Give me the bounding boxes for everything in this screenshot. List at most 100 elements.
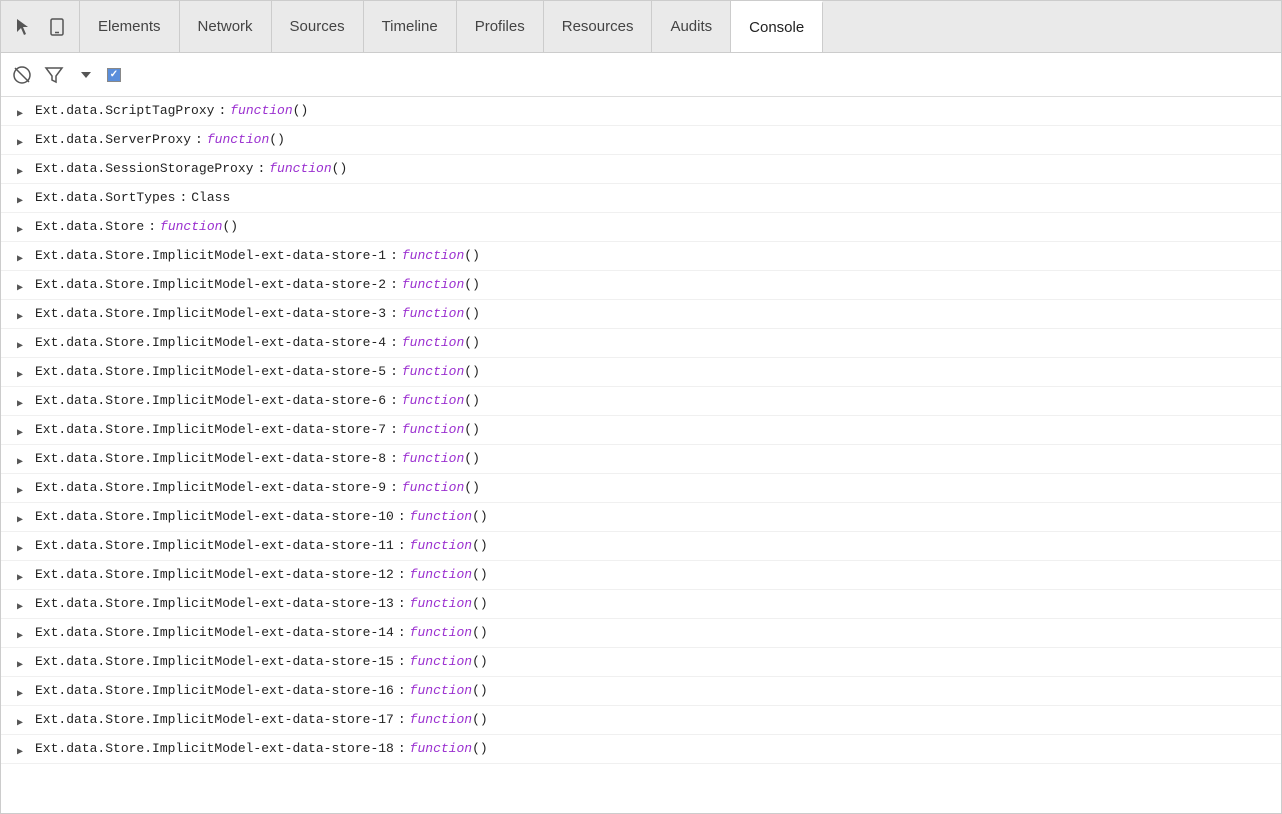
expand-arrow[interactable] [17,481,31,495]
prop-value: () [464,448,480,470]
expand-arrow[interactable] [17,191,31,205]
device-icon[interactable] [43,13,71,41]
prop-value: () [472,709,488,731]
console-line[interactable]: Ext.data.Store.ImplicitModel-ext-data-st… [1,619,1281,648]
console-line[interactable]: Ext.data.SessionStorageProxy: function (… [1,155,1281,184]
console-line[interactable]: Ext.data.Store.ImplicitModel-ext-data-st… [1,358,1281,387]
prop-name: Ext.data.Store.ImplicitModel-ext-data-st… [35,332,386,354]
prop-value: () [222,216,238,238]
prop-colon: : [398,651,406,673]
tab-timeline[interactable]: Timeline [364,1,457,52]
prop-name: Ext.data.Store.ImplicitModel-ext-data-st… [35,303,386,325]
prop-name: Ext.data.SortTypes [35,187,175,209]
clear-console-icon[interactable] [11,64,33,86]
expand-arrow[interactable] [17,742,31,756]
console-line[interactable]: Ext.data.Store.ImplicitModel-ext-data-st… [1,416,1281,445]
console-line[interactable]: Ext.data.Store.ImplicitModel-ext-data-st… [1,329,1281,358]
frame-dropdown-arrow [81,72,91,78]
expand-arrow[interactable] [17,568,31,582]
tab-console[interactable]: Console [731,1,823,52]
expand-arrow[interactable] [17,365,31,379]
tab-profiles[interactable]: Profiles [457,1,544,52]
console-line[interactable]: Ext.data.ServerProxy: function () [1,126,1281,155]
prop-function-keyword: function [410,680,472,702]
prop-name: Ext.data.Store.ImplicitModel-ext-data-st… [35,709,394,731]
expand-arrow[interactable] [17,278,31,292]
expand-arrow[interactable] [17,684,31,698]
expand-arrow[interactable] [17,104,31,118]
console-line[interactable]: Ext.data.Store.ImplicitModel-ext-data-st… [1,271,1281,300]
expand-arrow[interactable] [17,133,31,147]
frame-selector[interactable] [75,72,91,78]
prop-value: () [472,564,488,586]
expand-arrow[interactable] [17,162,31,176]
prop-colon: : [398,709,406,731]
prop-function-keyword: function [410,651,472,673]
expand-arrow[interactable] [17,394,31,408]
console-line[interactable]: Ext.data.Store.ImplicitModel-ext-data-st… [1,648,1281,677]
prop-name: Ext.data.Store [35,216,144,238]
prop-function-keyword: function [410,506,472,528]
prop-function-keyword: function [402,332,464,354]
tab-resources[interactable]: Resources [544,1,653,52]
console-line[interactable]: Ext.data.ScriptTagProxy: function () [1,97,1281,126]
prop-name: Ext.data.Store.ImplicitModel-ext-data-st… [35,448,386,470]
expand-arrow[interactable] [17,307,31,321]
prop-function-keyword: function [402,361,464,383]
prop-class-value: Class [191,187,230,209]
expand-arrow[interactable] [17,452,31,466]
prop-name: Ext.data.Store.ImplicitModel-ext-data-st… [35,651,394,673]
console-line[interactable]: Ext.data.Store.ImplicitModel-ext-data-st… [1,387,1281,416]
prop-function-keyword: function [402,274,464,296]
prop-name: Ext.data.Store.ImplicitModel-ext-data-st… [35,622,394,644]
expand-arrow[interactable] [17,423,31,437]
console-line[interactable]: Ext.data.Store.ImplicitModel-ext-data-st… [1,590,1281,619]
prop-value: () [464,419,480,441]
expand-arrow[interactable] [17,713,31,727]
expand-arrow[interactable] [17,249,31,263]
console-line[interactable]: Ext.data.Store.ImplicitModel-ext-data-st… [1,445,1281,474]
console-line[interactable]: Ext.data.Store.ImplicitModel-ext-data-st… [1,735,1281,764]
expand-arrow[interactable] [17,655,31,669]
prop-function-keyword: function [402,245,464,267]
tab-list: Elements Network Sources Timeline Profil… [80,1,1281,52]
prop-colon: : [390,448,398,470]
console-line[interactable]: Ext.data.SortTypes: Class [1,184,1281,213]
preserve-log-checkbox[interactable] [107,68,121,82]
filter-icon[interactable] [43,64,65,86]
prop-name: Ext.data.Store.ImplicitModel-ext-data-st… [35,506,394,528]
expand-arrow[interactable] [17,539,31,553]
expand-arrow[interactable] [17,510,31,524]
preserve-log-option[interactable] [107,68,127,82]
prop-value: () [464,390,480,412]
console-line[interactable]: Ext.data.Store.ImplicitModel-ext-data-st… [1,503,1281,532]
console-line[interactable]: Ext.data.Store.ImplicitModel-ext-data-st… [1,532,1281,561]
prop-function-keyword: function [410,622,472,644]
console-line[interactable]: Ext.data.Store.ImplicitModel-ext-data-st… [1,677,1281,706]
expand-arrow[interactable] [17,220,31,234]
prop-function-keyword: function [230,100,292,122]
console-line[interactable]: Ext.data.Store.ImplicitModel-ext-data-st… [1,300,1281,329]
expand-arrow[interactable] [17,597,31,611]
console-line[interactable]: Ext.data.Store.ImplicitModel-ext-data-st… [1,706,1281,735]
console-line[interactable]: Ext.data.Store.ImplicitModel-ext-data-st… [1,474,1281,503]
prop-value: () [269,129,285,151]
expand-arrow[interactable] [17,626,31,640]
tab-elements[interactable]: Elements [80,1,180,52]
cursor-icon[interactable] [9,13,37,41]
prop-function-keyword: function [402,419,464,441]
tab-network[interactable]: Network [180,1,272,52]
tab-audits[interactable]: Audits [652,1,731,52]
tab-sources[interactable]: Sources [272,1,364,52]
expand-arrow[interactable] [17,336,31,350]
prop-name: Ext.data.Store.ImplicitModel-ext-data-st… [35,593,394,615]
prop-function-keyword: function [410,593,472,615]
prop-function-keyword: function [410,709,472,731]
prop-value: () [464,274,480,296]
console-line[interactable]: Ext.data.Store: function () [1,213,1281,242]
console-line[interactable]: Ext.data.Store.ImplicitModel-ext-data-st… [1,242,1281,271]
console-line[interactable]: Ext.data.Store.ImplicitModel-ext-data-st… [1,561,1281,590]
prop-colon: : [218,100,226,122]
prop-value: () [464,245,480,267]
prop-name: Ext.data.Store.ImplicitModel-ext-data-st… [35,680,394,702]
